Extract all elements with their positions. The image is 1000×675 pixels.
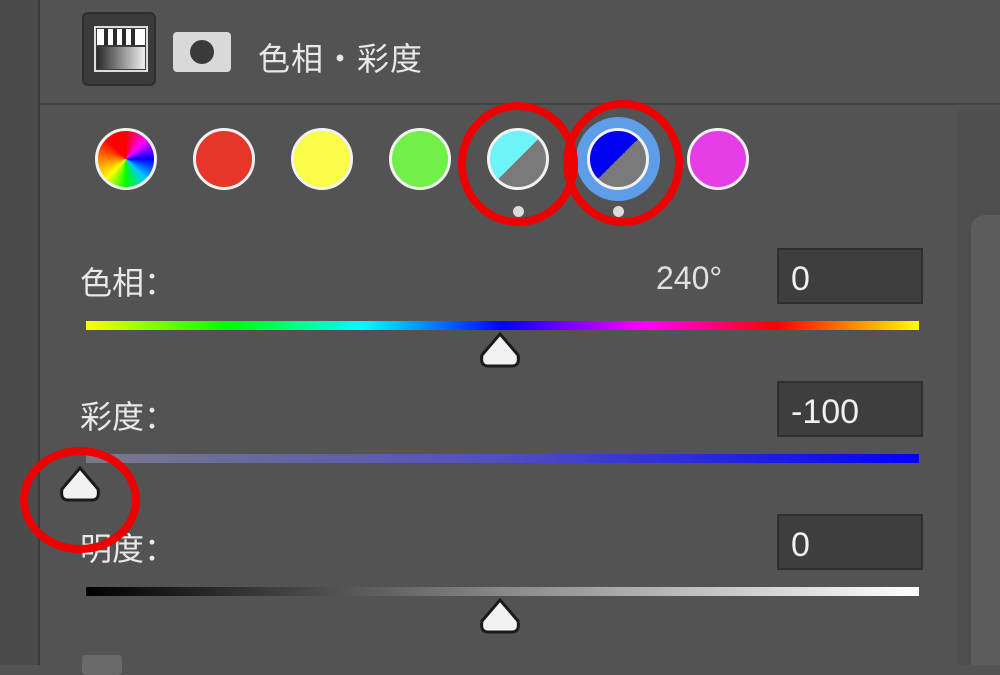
swatch-greens[interactable] — [389, 128, 451, 190]
hue-slider-thumb[interactable] — [478, 331, 522, 369]
properties-panel: 色相・彩度 色相： 240° 0 彩度： -100 明度： 0 — [40, 0, 1000, 675]
saturation-slider-track[interactable] — [86, 454, 919, 463]
hue-label: 色相： — [80, 264, 177, 302]
annotation-circle-blues — [563, 100, 683, 226]
layer-mask-icon[interactable] — [173, 32, 231, 72]
hue-degree-readout: 240° — [656, 260, 723, 296]
saturation-label: 彩度： — [80, 398, 177, 436]
colorize-checkbox[interactable] — [82, 655, 122, 675]
lightness-input[interactable]: 0 — [777, 514, 923, 570]
saturation-input[interactable]: -100 — [777, 381, 923, 437]
hue-saturation-adjustment-icon[interactable] — [82, 12, 156, 86]
panel-header: 色相・彩度 — [40, 0, 1000, 105]
hue-slider-track[interactable] — [86, 321, 919, 330]
panel-title: 色相・彩度 — [258, 40, 424, 78]
hue-input[interactable]: 0 — [777, 248, 923, 304]
lightness-slider-track[interactable] — [86, 587, 919, 596]
swatch-magentas[interactable] — [687, 128, 749, 190]
left-panel-edge — [0, 0, 40, 665]
annotation-circle-saturation-thumb — [20, 447, 140, 553]
swatch-yellows[interactable] — [291, 128, 353, 190]
lightness-slider-thumb[interactable] — [478, 597, 522, 635]
scrollbar-thumb[interactable] — [971, 215, 1000, 665]
swatch-reds[interactable] — [193, 128, 255, 190]
swatch-master[interactable] — [95, 128, 157, 190]
annotation-circle-cyans — [458, 102, 578, 226]
